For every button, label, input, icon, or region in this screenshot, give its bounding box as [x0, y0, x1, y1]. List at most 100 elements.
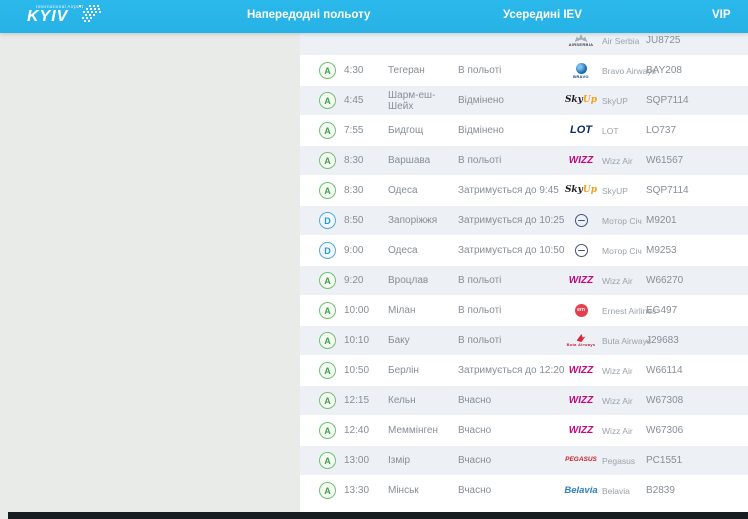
airline-name: Belavia	[602, 486, 630, 496]
flight-time: 9:00	[340, 245, 388, 256]
flight-row[interactable]: AIRSERBIA Air Serbia JU8725	[300, 33, 748, 55]
airline-logo-skyup: SkyUp	[566, 89, 596, 113]
flight-row[interactable]: A 7:55 Бидгощ Відмінено LOT LOT LO737	[300, 116, 748, 145]
nav-item-vip[interactable]: VIP	[712, 9, 731, 21]
flight-row[interactable]: A 10:00 Мілан В польоті ern Ernest Airli…	[300, 296, 748, 325]
airline-logo-airserbia: AIRSERBIA	[566, 33, 596, 53]
flight-time: 12:40	[340, 425, 388, 436]
flight-number: M9253	[646, 245, 748, 256]
flight-status: Відмінено	[458, 125, 566, 136]
flight-time: 8:50	[340, 215, 388, 226]
airline-logo-icon	[575, 244, 588, 257]
flight-type-cell: D	[300, 212, 340, 229]
flight-destination: Запоріжжя	[388, 215, 458, 226]
flight-type-cell: A	[300, 272, 340, 289]
airline-logo-icon	[576, 63, 587, 74]
flight-type-badge: D	[319, 242, 336, 259]
flight-time: 4:30	[340, 65, 388, 76]
flight-type-cell: A	[300, 152, 340, 169]
flight-type-cell: A	[300, 452, 340, 469]
flight-type-cell: A	[300, 92, 340, 109]
airline-cell: PEGASUS Pegasus	[566, 449, 646, 473]
airline-name: Мотор Січ	[602, 216, 642, 226]
flight-number: JU8725	[646, 35, 748, 46]
nav-item-inside-iev[interactable]: Усередині IEV	[503, 9, 582, 21]
flight-row[interactable]: A 10:50 Берлін Затримується до 12:20 WIZ…	[300, 356, 748, 385]
flight-board: AIRSERBIA Air Serbia JU8725 A 4:30 Тегер…	[300, 33, 748, 519]
flight-status: Вчасно	[458, 395, 566, 406]
flight-destination: Тегеран	[388, 65, 458, 76]
flight-destination: Одеса	[388, 185, 458, 196]
flight-type-badge: A	[319, 332, 336, 349]
flight-type-cell: D	[300, 242, 340, 259]
flight-number: W66270	[646, 275, 748, 286]
flight-destination: Ізмір	[388, 455, 458, 466]
flight-time: 8:30	[340, 185, 388, 196]
airline-cell: WIZZ Wizz Air	[566, 149, 646, 173]
flight-row[interactable]: A 12:40 Меммінген Вчасно WIZZ Wizz Air W…	[300, 416, 748, 445]
flight-row[interactable]: A 8:30 Варшава В польоті WIZZ Wizz Air W…	[300, 146, 748, 175]
flight-row[interactable]: A 13:00 Ізмір Вчасно PEGASUS Pegasus PC1…	[300, 446, 748, 475]
airline-logo-belavia: Belavia	[566, 479, 596, 503]
flight-status: Вчасно	[458, 425, 566, 436]
flight-rows-container: AIRSERBIA Air Serbia JU8725 A 4:30 Тегер…	[300, 33, 748, 505]
flight-number: W67306	[646, 425, 748, 436]
airline-logo-motorsich	[566, 209, 596, 233]
flight-status: Затримується до 10:25	[458, 215, 566, 226]
airline-logo-icon	[575, 214, 588, 227]
flight-row[interactable]: A 8:30 Одеса Затримується до 9:45 SkyUp …	[300, 176, 748, 205]
airline-logo-icon	[577, 334, 586, 342]
flight-status: В польоті	[458, 305, 566, 316]
airline-name: Wizz Air	[602, 276, 633, 286]
flight-time: 12:15	[340, 395, 388, 406]
airline-name: SkyUP	[602, 96, 628, 106]
airline-logo-wizz: WIZZ	[566, 149, 596, 173]
airline-name: Wizz Air	[602, 366, 633, 376]
flight-type-badge: A	[319, 482, 336, 499]
flight-number: EG497	[646, 305, 748, 316]
top-navigation-bar: International Airport KYIV Напередодні п…	[0, 0, 748, 33]
airline-cell: AIRSERBIA Air Serbia	[566, 33, 646, 53]
airline-name: Wizz Air	[602, 426, 633, 436]
airline-cell: Мотор Січ	[566, 239, 646, 263]
flight-number: M9201	[646, 215, 748, 226]
airline-name: LOT	[602, 126, 619, 136]
flight-number: W66114	[646, 365, 748, 376]
flight-type-cell: A	[300, 122, 340, 139]
flight-type-badge: A	[319, 152, 336, 169]
flight-row[interactable]: A 13:30 Мінськ Вчасно Belavia Belavia B2…	[300, 476, 748, 505]
flight-type-badge: D	[319, 212, 336, 229]
flight-type-cell: A	[300, 62, 340, 79]
flight-row[interactable]: A 9:20 Вроцлав В польоті WIZZ Wizz Air W…	[300, 266, 748, 295]
flight-type-badge: A	[319, 122, 336, 139]
airline-name: Мотор Січ	[602, 246, 642, 256]
logo-title: KYIV	[27, 8, 68, 26]
flight-type-badge: A	[319, 362, 336, 379]
flight-type-badge: A	[319, 302, 336, 319]
flight-destination: Баку	[388, 335, 458, 346]
flight-row[interactable]: D 8:50 Запоріжжя Затримується до 10:25 М…	[300, 206, 748, 235]
flight-row[interactable]: D 9:00 Одеса Затримується до 10:50 Мотор…	[300, 236, 748, 265]
airline-name: Wizz Air	[602, 396, 633, 406]
flight-time: 8:30	[340, 155, 388, 166]
flight-row[interactable]: A 4:45 Шарм-еш-Шейх Відмінено SkyUp SkyU…	[300, 86, 748, 115]
airline-cell: WIZZ Wizz Air	[566, 419, 646, 443]
flight-time: 10:50	[340, 365, 388, 376]
flight-status: Вчасно	[458, 485, 566, 496]
flight-destination: Берлін	[388, 365, 458, 376]
flight-row[interactable]: A 4:30 Тегеран В польоті BRAVO Bravo Air…	[300, 56, 748, 85]
flight-status: В польоті	[458, 335, 566, 346]
flight-time: 13:30	[340, 485, 388, 496]
airline-name: Air Serbia	[602, 36, 639, 46]
flight-type-cell: A	[300, 362, 340, 379]
flight-type-cell: A	[300, 392, 340, 409]
flight-row[interactable]: A 12:15 Кельн Вчасно WIZZ Wizz Air W6730…	[300, 386, 748, 415]
flight-time: 10:00	[340, 305, 388, 316]
flight-type-badge: A	[319, 392, 336, 409]
flight-row[interactable]: A 10:10 Баку В польоті Buta Airways Buta…	[300, 326, 748, 355]
airline-cell: LOT LOT	[566, 119, 646, 143]
airline-logo-bravo: BRAVO	[566, 59, 596, 83]
flight-type-cell: A	[300, 482, 340, 499]
nav-item-pre-flight[interactable]: Напередодні польоту	[247, 9, 370, 21]
kyiv-airport-logo[interactable]: International Airport KYIV	[27, 3, 137, 31]
